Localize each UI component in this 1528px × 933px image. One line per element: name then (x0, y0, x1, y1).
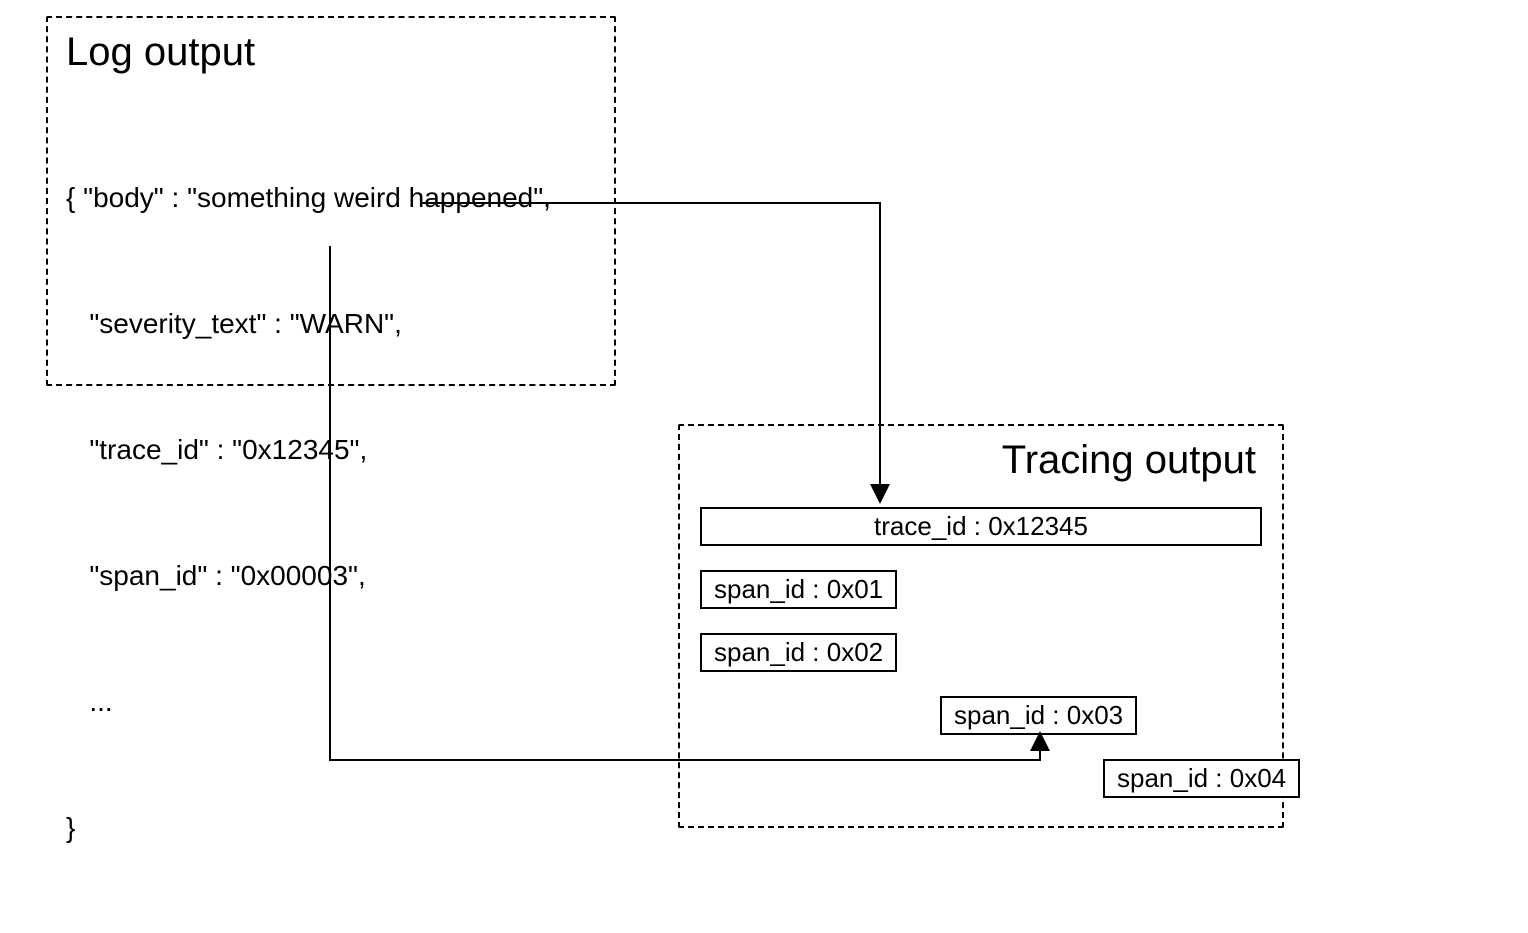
log-line: } (66, 807, 596, 849)
span-id-row: span_id : 0x01 (700, 570, 897, 609)
trace-id-row: trace_id : 0x12345 (700, 507, 1262, 546)
log-output-content: { "body" : "something weird happened", "… (66, 93, 596, 933)
log-line: "span_id" : "0x00003", (66, 555, 596, 597)
span-id-row: span_id : 0x02 (700, 633, 897, 672)
log-line: "severity_text" : "WARN", (66, 303, 596, 345)
log-line: ... (66, 681, 596, 723)
log-output-box: Log output { "body" : "something weird h… (46, 16, 616, 386)
log-line: { "body" : "something weird happened", (66, 177, 596, 219)
span-id-row: span_id : 0x04 (1103, 759, 1300, 798)
tracing-output-box: Tracing output trace_id : 0x12345 span_i… (678, 424, 1284, 828)
span-id-row: span_id : 0x03 (940, 696, 1137, 735)
tracing-output-title: Tracing output (698, 438, 1264, 483)
log-output-title: Log output (66, 30, 596, 75)
log-line: "trace_id" : "0x12345", (66, 429, 596, 471)
